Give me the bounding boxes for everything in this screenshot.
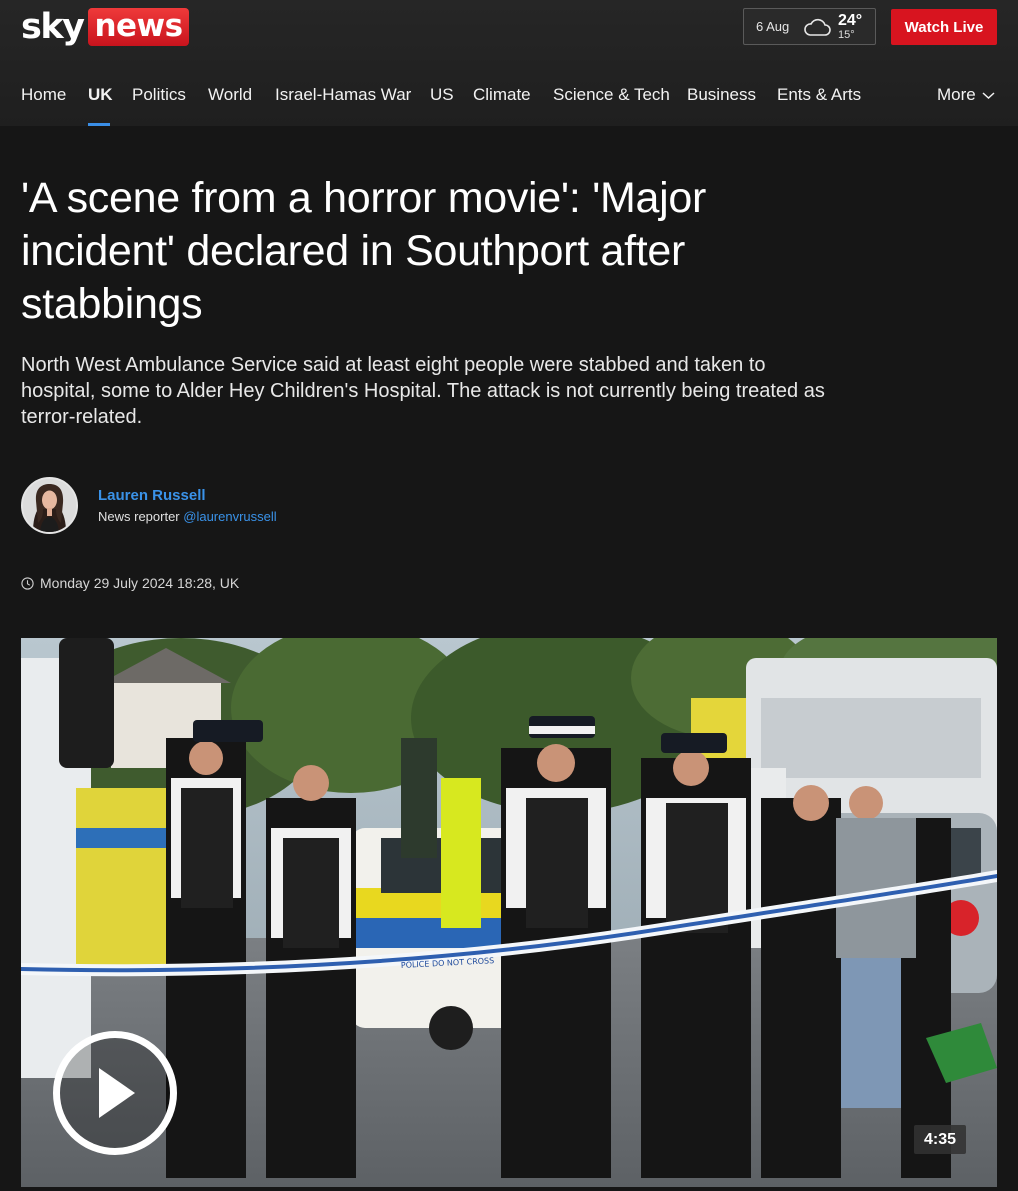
sky-news-logo[interactable]: sky news — [21, 8, 189, 46]
chevron-down-icon — [982, 91, 995, 99]
site-header: sky news 6 Aug 24° 15° Watch Live Home U… — [0, 0, 1018, 126]
video-duration-badge: 4:35 — [914, 1125, 966, 1154]
author-role: News reporter — [98, 509, 180, 524]
nav-item-world[interactable]: World — [208, 85, 252, 125]
weather-date: 6 Aug — [756, 19, 790, 34]
play-icon — [99, 1068, 135, 1118]
nav-more-label: More — [937, 85, 976, 104]
author-portrait-image — [23, 479, 76, 532]
article-dateline: Monday 29 July 2024 18:28, UK — [21, 575, 239, 591]
weather-low-temp: 15° — [838, 28, 855, 41]
logo-sky-text: sky — [21, 7, 85, 47]
article-date: Monday 29 July 2024 18:28, UK — [40, 575, 240, 591]
weather-widget[interactable]: 6 Aug 24° 15° — [743, 8, 876, 45]
nav-active-indicator — [88, 123, 110, 126]
author-details: Lauren Russell News reporter @laurenvrus… — [98, 487, 277, 535]
video-player[interactable]: POLICE DO NOT CROSS 4:35 — [21, 638, 997, 1187]
watch-live-button[interactable]: Watch Live — [891, 9, 997, 45]
logo-news-text: news — [88, 8, 189, 46]
nav-item-home[interactable]: Home — [21, 85, 66, 125]
nav-item-us[interactable]: US — [430, 85, 454, 125]
author-byline: Lauren Russell News reporter @laurenvrus… — [21, 477, 277, 535]
author-role-line: News reporter @laurenvrussell — [98, 509, 277, 524]
main-nav: Home UK Politics World Israel-Hamas War … — [0, 70, 1018, 126]
play-button[interactable] — [53, 1031, 177, 1155]
weather-temperatures: 24° 15° — [838, 11, 863, 41]
article-headline: 'A scene from a horror movie': 'Major in… — [21, 174, 707, 328]
nav-item-climate[interactable]: Climate — [473, 85, 531, 125]
cloud-icon — [804, 18, 831, 36]
nav-item-ents-arts[interactable]: Ents & Arts — [777, 85, 861, 125]
nav-item-israel-hamas-war[interactable]: Israel-Hamas War — [275, 85, 411, 125]
nav-item-uk[interactable]: UK — [88, 85, 113, 125]
article-standfirst: North West Ambulance Service said at lea… — [21, 354, 825, 428]
nav-item-business[interactable]: Business — [687, 85, 756, 125]
nav-item-science-tech[interactable]: Science & Tech — [553, 85, 670, 125]
nav-more-button[interactable]: More — [937, 85, 995, 105]
author-avatar[interactable] — [21, 477, 78, 534]
weather-high-temp: 24° — [838, 11, 863, 29]
nav-item-politics[interactable]: Politics — [132, 85, 186, 125]
author-twitter-handle[interactable]: @laurenvrussell — [183, 509, 276, 524]
author-name-link[interactable]: Lauren Russell — [98, 487, 277, 504]
clock-icon — [21, 576, 34, 590]
